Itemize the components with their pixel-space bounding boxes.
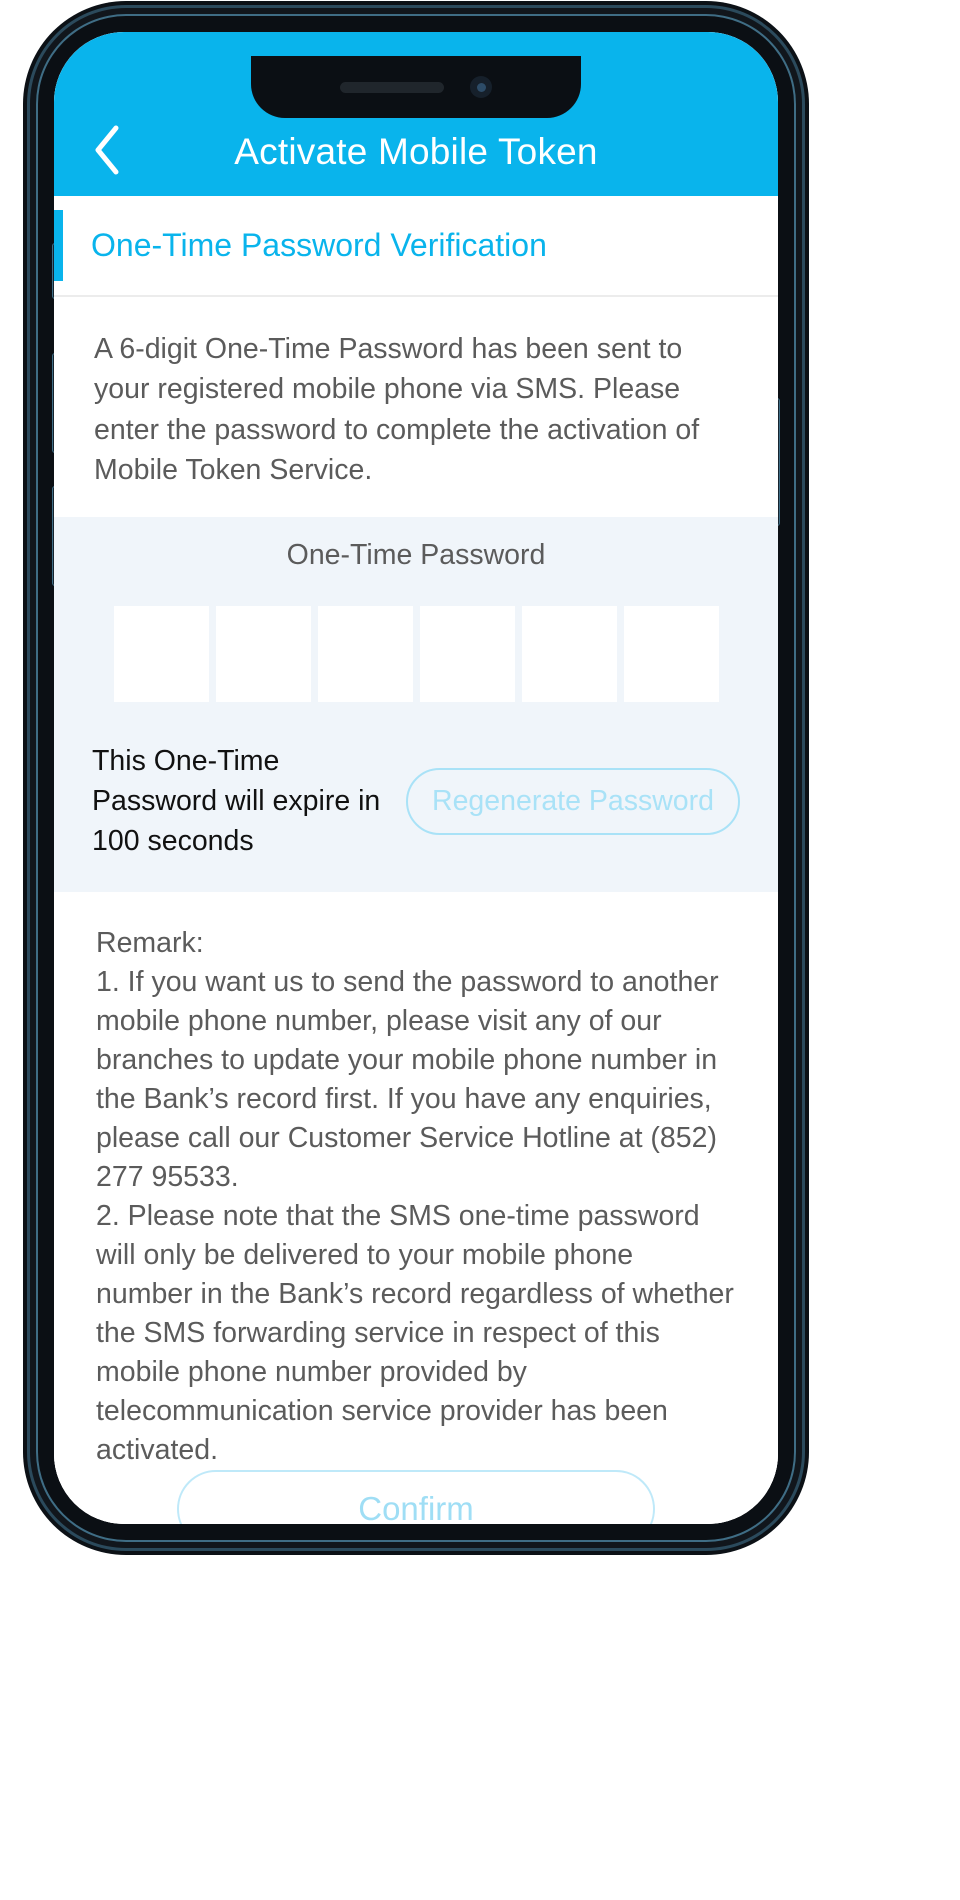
otp-expiry-text: This One-Time Password will expire in 10… bbox=[92, 744, 381, 857]
remark-block: Remark: 1. If you want us to send the pa… bbox=[54, 891, 778, 1470]
confirm-button[interactable]: Confirm bbox=[177, 1469, 655, 1524]
otp-digit-input-5[interactable] bbox=[521, 605, 617, 702]
remark-item-1: 1. If you want us to send the password t… bbox=[96, 965, 727, 1193]
earpiece-speaker-icon bbox=[340, 81, 444, 93]
section-accent-bar bbox=[54, 210, 63, 281]
otp-digit-input-4[interactable] bbox=[419, 605, 515, 702]
regenerate-password-button[interactable]: Regenerate Password bbox=[406, 768, 740, 836]
section-title: One-Time Password Verification bbox=[91, 227, 547, 263]
intro-paragraph: A 6-digit One-Time Password has been sen… bbox=[54, 297, 778, 517]
otp-field-label: One-Time Password bbox=[286, 538, 546, 571]
app-screen-otp-verification: Activate Mobile Token One-Time Password … bbox=[54, 32, 778, 1524]
otp-panel: One-Time Password This One-Time Password… bbox=[54, 516, 778, 892]
chevron-left-icon[interactable] bbox=[80, 120, 134, 180]
otp-expiry-row: This One-Time Password will expire in 10… bbox=[54, 742, 778, 892]
otp-digit-input-6[interactable] bbox=[623, 605, 719, 702]
otp-digit-input-2[interactable] bbox=[215, 605, 311, 702]
phone-screen: Activate Mobile Token One-Time Password … bbox=[54, 32, 778, 1524]
otp-digit-input-3[interactable] bbox=[317, 605, 413, 702]
otp-input-group[interactable] bbox=[54, 605, 778, 742]
page-title: Activate Mobile Token bbox=[234, 131, 598, 172]
remark-item-2: 2. Please note that the SMS one-time pas… bbox=[96, 1199, 742, 1466]
remark-heading: Remark: bbox=[96, 926, 204, 959]
front-camera-icon bbox=[470, 76, 492, 98]
otp-digit-input-1[interactable] bbox=[113, 605, 209, 702]
display-notch bbox=[251, 56, 581, 118]
phone-device-frame: Activate Mobile Token One-Time Password … bbox=[30, 8, 802, 1548]
section-header: One-Time Password Verification bbox=[54, 196, 778, 297]
footer-actions: Confirm bbox=[54, 1469, 778, 1524]
screenshot-stage: Activate Mobile Token One-Time Password … bbox=[0, 0, 960, 1900]
